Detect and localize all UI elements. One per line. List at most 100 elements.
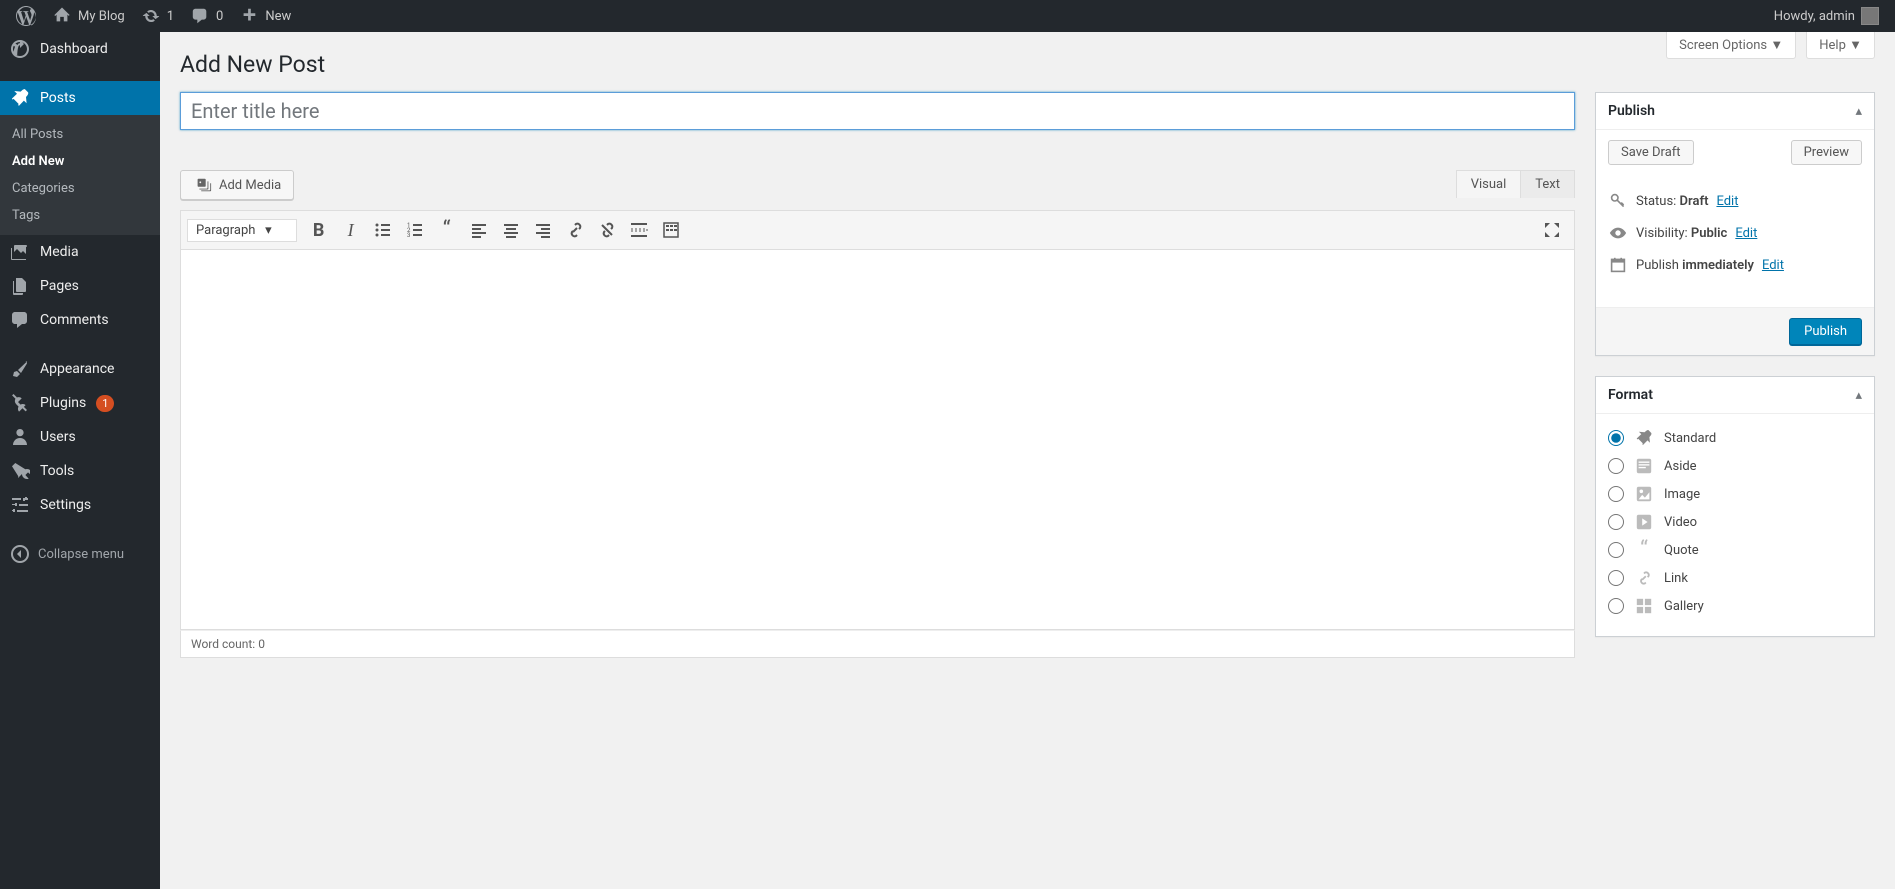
format-aside[interactable]: Aside xyxy=(1608,452,1862,480)
page-title: Add New Post xyxy=(180,42,1875,82)
menu-label: Users xyxy=(40,429,76,445)
menu-settings[interactable]: Settings xyxy=(0,488,160,522)
gallery-icon xyxy=(1634,596,1654,616)
chevron-down-icon: ▼ xyxy=(1849,38,1862,53)
unlink-button[interactable] xyxy=(591,215,623,245)
menu-plugins[interactable]: Plugins 1 xyxy=(0,386,160,420)
edit-schedule-link[interactable]: Edit xyxy=(1762,258,1784,273)
admin-sidebar: Dashboard Posts All Posts Add New Catego… xyxy=(0,32,160,889)
main-content: Screen Options ▼ Help ▼ Add New Post Add… xyxy=(160,32,1895,889)
menu-media[interactable]: Media xyxy=(0,235,160,269)
add-media-label: Add Media xyxy=(219,178,281,193)
collapse-menu[interactable]: Collapse menu xyxy=(0,537,160,571)
video-icon xyxy=(1634,512,1654,532)
italic-button[interactable]: I xyxy=(335,215,367,245)
menu-dashboard[interactable]: Dashboard xyxy=(0,32,160,66)
menu-comments[interactable]: Comments xyxy=(0,303,160,337)
blockquote-button[interactable]: “ xyxy=(431,215,463,245)
format-standard[interactable]: Standard xyxy=(1608,424,1862,452)
menu-label: Plugins xyxy=(40,395,86,411)
help-tab[interactable]: Help ▼ xyxy=(1806,32,1875,59)
paragraph-select[interactable]: Paragraph ▾ xyxy=(187,219,297,242)
menu-tools[interactable]: Tools xyxy=(0,454,160,488)
sliders-icon xyxy=(10,495,30,515)
menu-label: Pages xyxy=(40,278,79,294)
wrench-icon xyxy=(10,461,30,481)
publish-header: Publish xyxy=(1608,103,1655,119)
page-icon xyxy=(10,276,30,296)
wordpress-icon xyxy=(16,6,36,26)
sub-all-posts[interactable]: All Posts xyxy=(0,121,160,148)
edit-status-link[interactable]: Edit xyxy=(1716,194,1738,209)
word-count-value: 0 xyxy=(258,637,265,651)
menu-pages[interactable]: Pages xyxy=(0,269,160,303)
plugins-badge: 1 xyxy=(96,395,114,412)
new-label: New xyxy=(265,9,291,24)
avatar xyxy=(1861,7,1879,25)
link-button[interactable] xyxy=(559,215,591,245)
submenu-posts: All Posts Add New Categories Tags xyxy=(0,115,160,235)
fullscreen-button[interactable] xyxy=(1536,215,1568,245)
tab-visual[interactable]: Visual xyxy=(1457,171,1521,198)
menu-label: Media xyxy=(40,244,79,260)
save-draft-button[interactable]: Save Draft xyxy=(1608,140,1694,165)
wp-logo[interactable] xyxy=(8,0,44,32)
quote-icon: “ xyxy=(1634,540,1654,560)
menu-users[interactable]: Users xyxy=(0,420,160,454)
numbered-list-button[interactable]: 123 xyxy=(399,215,431,245)
format-gallery[interactable]: Gallery xyxy=(1608,592,1862,620)
format-link[interactable]: Link xyxy=(1608,564,1862,592)
comment-icon xyxy=(190,6,210,26)
editor-content-area[interactable] xyxy=(180,250,1575,630)
chevron-down-icon: ▼ xyxy=(1770,38,1783,53)
post-title-input[interactable] xyxy=(180,92,1575,130)
account-menu[interactable]: Howdy, admin xyxy=(1766,0,1887,32)
new-link[interactable]: New xyxy=(231,0,299,32)
user-icon xyxy=(10,427,30,447)
dashboard-icon xyxy=(10,39,30,59)
align-left-button[interactable] xyxy=(463,215,495,245)
comments-count: 0 xyxy=(216,9,223,24)
toggle-format[interactable]: ▴ xyxy=(1855,388,1862,403)
menu-posts[interactable]: Posts xyxy=(0,81,160,115)
updates-link[interactable]: 1 xyxy=(133,0,182,32)
plus-icon xyxy=(239,6,259,26)
screen-options-tab[interactable]: Screen Options ▼ xyxy=(1666,32,1796,59)
add-media-button[interactable]: Add Media xyxy=(180,170,294,200)
sub-categories[interactable]: Categories xyxy=(0,175,160,202)
comment-icon xyxy=(10,310,30,330)
updates-count: 1 xyxy=(167,9,174,24)
editor-toolbar: Paragraph ▾ B I 123 “ xyxy=(180,210,1575,250)
admin-topbar: My Blog 1 0 New Howdy, admin xyxy=(0,0,1895,32)
toolbar-toggle-button[interactable] xyxy=(655,215,687,245)
collapse-icon xyxy=(10,544,30,564)
format-image[interactable]: Image xyxy=(1608,480,1862,508)
site-name-link[interactable]: My Blog xyxy=(44,0,133,32)
format-box: Format ▴ Standard Aside Image Video “Quo… xyxy=(1595,376,1875,637)
publish-button[interactable]: Publish xyxy=(1789,318,1862,345)
sub-add-new[interactable]: Add New xyxy=(0,148,160,175)
toggle-publish[interactable]: ▴ xyxy=(1855,104,1862,119)
aside-icon xyxy=(1634,456,1654,476)
pin-icon xyxy=(1634,428,1654,448)
publish-box: Publish ▴ Save Draft Preview Status: Dra… xyxy=(1595,92,1875,356)
screen-meta-tabs: Screen Options ▼ Help ▼ xyxy=(1666,32,1875,59)
sub-tags[interactable]: Tags xyxy=(0,202,160,229)
comments-link[interactable]: 0 xyxy=(182,0,231,32)
format-video[interactable]: Video xyxy=(1608,508,1862,536)
media-icon xyxy=(10,242,30,262)
read-more-button[interactable] xyxy=(623,215,655,245)
home-icon xyxy=(52,6,72,26)
align-right-button[interactable] xyxy=(527,215,559,245)
edit-visibility-link[interactable]: Edit xyxy=(1735,226,1757,241)
format-quote[interactable]: “Quote xyxy=(1608,536,1862,564)
menu-appearance[interactable]: Appearance xyxy=(0,352,160,386)
menu-label: Tools xyxy=(40,463,74,479)
tab-text[interactable]: Text xyxy=(1520,171,1574,198)
menu-label: Settings xyxy=(40,497,91,513)
bold-button[interactable]: B xyxy=(303,215,335,245)
preview-button[interactable]: Preview xyxy=(1791,140,1862,165)
align-center-button[interactable] xyxy=(495,215,527,245)
site-name-label: My Blog xyxy=(78,9,125,24)
bullet-list-button[interactable] xyxy=(367,215,399,245)
